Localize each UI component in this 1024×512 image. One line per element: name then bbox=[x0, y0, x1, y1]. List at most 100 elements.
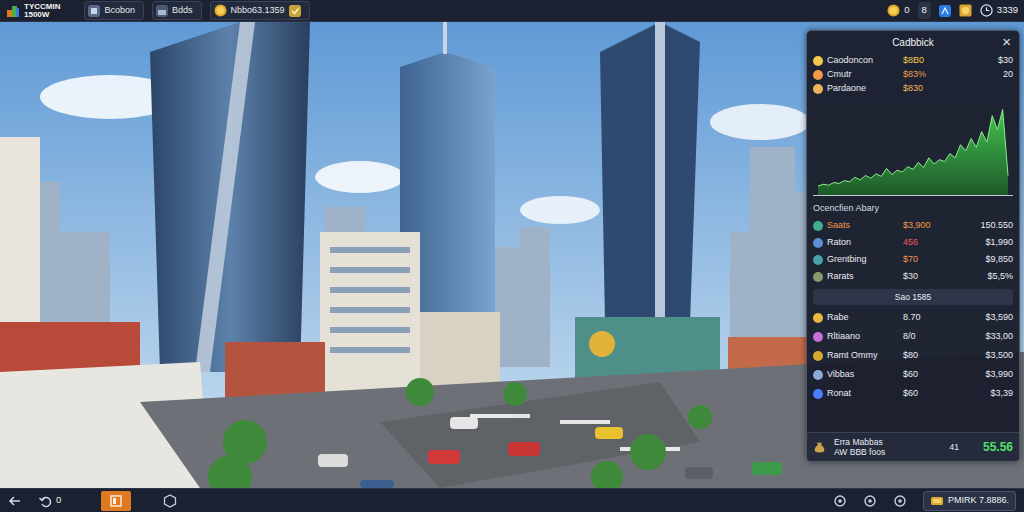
overview-row: Saats$3,900150.550 bbox=[813, 218, 1013, 235]
overview-label: Saats bbox=[827, 219, 899, 233]
gold-bar-icon bbox=[930, 494, 944, 508]
section-divider: Sao 1585 bbox=[813, 289, 1013, 306]
stat-icon bbox=[813, 84, 823, 94]
balance-text: PMIRK 7.8886. bbox=[948, 494, 1009, 508]
summary-row: Pardaone$830 bbox=[813, 82, 1013, 96]
build-icon bbox=[109, 494, 123, 508]
back-arrow-icon bbox=[8, 494, 22, 508]
top-tab[interactable]: Bcobon bbox=[84, 1, 144, 21]
asset-row[interactable]: Ronat$60$3,39 bbox=[813, 384, 1013, 403]
summary-value: $83% bbox=[903, 68, 957, 82]
undo-count: 0 bbox=[56, 493, 61, 507]
overview-value: 456 bbox=[903, 236, 957, 250]
chart-series bbox=[818, 110, 1008, 196]
asset-row[interactable]: Rltiaano8/0$33,00 bbox=[813, 327, 1013, 346]
chart-line bbox=[818, 110, 1008, 187]
settings-icon bbox=[833, 494, 847, 508]
top-tab[interactable]: Bdds bbox=[152, 1, 202, 21]
gear-button[interactable] bbox=[893, 494, 907, 508]
overview-total: $5,5% bbox=[961, 270, 1013, 284]
asset-row[interactable]: Vibbas$60$3,990 bbox=[813, 365, 1013, 384]
asset-label: Ramt Ommy bbox=[827, 349, 899, 363]
asset-total: $33,00 bbox=[961, 330, 1013, 344]
asset-total: $3,39 bbox=[961, 387, 1013, 401]
coin-icon bbox=[214, 4, 227, 17]
overview-value: $30 bbox=[903, 270, 957, 284]
overview-value: $3,900 bbox=[903, 219, 957, 233]
close-button[interactable]: × bbox=[1000, 34, 1013, 49]
tab-strip: Bcobon Bdds Nbbo63.1359 bbox=[84, 1, 309, 21]
overview-list: Saats$3,900150.550Raton456$1,990Grentbin… bbox=[813, 218, 1013, 286]
build-button[interactable] bbox=[101, 491, 131, 511]
resource-strip: 08 3339 bbox=[887, 2, 1018, 18]
stat-icon bbox=[813, 255, 823, 265]
asset-label: Ronat bbox=[827, 387, 899, 401]
asset-total: $3,990 bbox=[961, 368, 1013, 382]
footer-subtitle: AW BBB foos bbox=[834, 447, 942, 457]
overview-row: Raton 456 $1,990 bbox=[813, 235, 1013, 252]
logo-title: TYCCMIN bbox=[24, 3, 60, 11]
asset-label: Rltiaano bbox=[827, 330, 899, 344]
section-title: Ocencfien Abary bbox=[813, 200, 1013, 218]
top-bar: TYCCMIN1500W Bcobon Bdds Nbbo63.1359 08 3339 bbox=[0, 0, 1024, 22]
blue-icon bbox=[939, 5, 951, 17]
stats-panel: Cadbbick×Caodoncon$8B0$30Cmutr$83%20Pard… bbox=[806, 30, 1020, 462]
gold-icon bbox=[289, 5, 301, 17]
tab-label[interactable]: Bdds bbox=[172, 4, 193, 18]
asset-icon bbox=[813, 389, 823, 399]
tab-label[interactable]: Nbbo63.1359 bbox=[231, 4, 285, 18]
footer-title: Erra Mabbas bbox=[834, 437, 942, 447]
summary-label: Caodoncon bbox=[827, 54, 899, 68]
resource-value: 3339 bbox=[997, 3, 1018, 17]
asset-icon bbox=[813, 351, 823, 361]
summary-label: Pardaone bbox=[827, 82, 899, 96]
game-view[interactable]: Cadbbick×Caodoncon$8B0$30Cmutr$83%20Pard… bbox=[0, 22, 1024, 488]
undo-button[interactable]: 0 bbox=[38, 493, 61, 507]
resource-counter: 0 bbox=[887, 3, 909, 17]
coin-icon bbox=[887, 4, 900, 17]
footer-labels: Erra MabbasAW BBB foos bbox=[834, 437, 942, 457]
asset-row[interactable]: Ramt Ommy$80$3,500 bbox=[813, 346, 1013, 365]
money-bag-icon bbox=[813, 440, 826, 453]
footer-total: 55.56 bbox=[983, 438, 1013, 456]
clock-icon bbox=[980, 4, 993, 17]
top-tab[interactable]: Nbbo63.1359 bbox=[210, 1, 310, 21]
asset-icon bbox=[813, 332, 823, 342]
overview-label: Raton bbox=[827, 236, 899, 250]
panel-title: Cadbbick bbox=[892, 35, 934, 50]
logo-subtitle: 1500W bbox=[24, 11, 60, 19]
balance-badge: PMIRK 7.8886. bbox=[923, 491, 1016, 511]
summary-label: Cmutr bbox=[827, 68, 899, 82]
tab-label[interactable]: Bcobon bbox=[104, 4, 135, 18]
stat-icon bbox=[813, 70, 823, 80]
overview-row: Grentbing$70$9,850 bbox=[813, 252, 1013, 269]
back-button[interactable] bbox=[8, 494, 22, 508]
bottom-bar: 0 PMIRK 7.8886. bbox=[0, 488, 1024, 512]
income-chart bbox=[813, 100, 1013, 196]
asset-value: 8.70 bbox=[903, 311, 957, 325]
asset-icon bbox=[813, 370, 823, 380]
summary-extra: 20 bbox=[961, 68, 1013, 82]
resource-value: 0 bbox=[904, 3, 909, 17]
asset-value: $80 bbox=[903, 349, 957, 363]
logo-text: TYCCMIN1500W bbox=[24, 3, 60, 18]
asset-value: $60 bbox=[903, 368, 957, 382]
resource-counter: 3339 bbox=[980, 3, 1018, 17]
bottom-left: 0 bbox=[8, 491, 177, 511]
logo[interactable]: TYCCMIN1500W bbox=[6, 3, 60, 18]
stat-icon bbox=[813, 238, 823, 248]
camera-button[interactable] bbox=[863, 494, 877, 508]
resource-value: 8 bbox=[922, 3, 927, 17]
settings-button[interactable] bbox=[833, 494, 847, 508]
undo-icon bbox=[38, 494, 52, 508]
overview-total: $1,990 bbox=[961, 236, 1013, 250]
stat-icon bbox=[813, 272, 823, 282]
overview-total: $9,850 bbox=[961, 253, 1013, 267]
hexagon-icon bbox=[163, 494, 177, 508]
overview-label: Rarats bbox=[827, 270, 899, 284]
asset-row[interactable]: Rabe8.70$3,590 bbox=[813, 308, 1013, 327]
map-button[interactable] bbox=[163, 494, 177, 508]
asset-label: Rabe bbox=[827, 311, 899, 325]
summary-value: $8B0 bbox=[903, 54, 957, 68]
overview-label: Grentbing bbox=[827, 253, 899, 267]
